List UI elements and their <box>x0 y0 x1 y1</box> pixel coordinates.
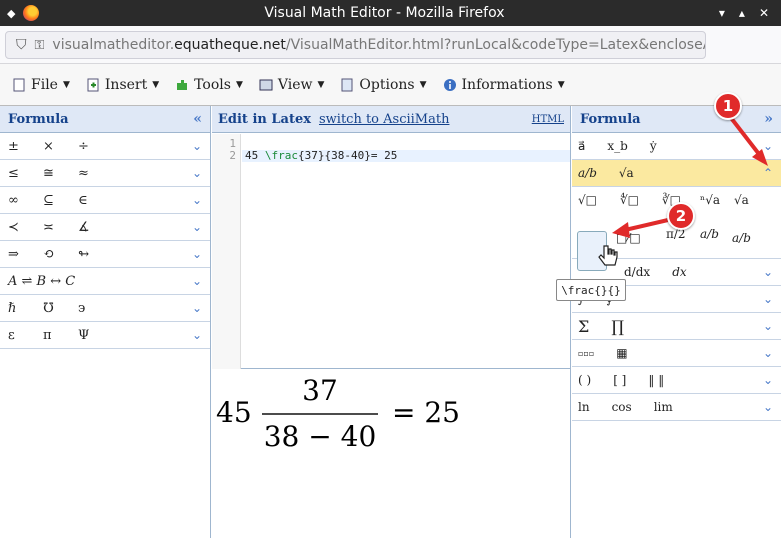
step-badge-2: 2 <box>667 202 695 230</box>
step-badge-1: 1 <box>714 92 742 120</box>
annotation-arrows <box>612 112 768 238</box>
